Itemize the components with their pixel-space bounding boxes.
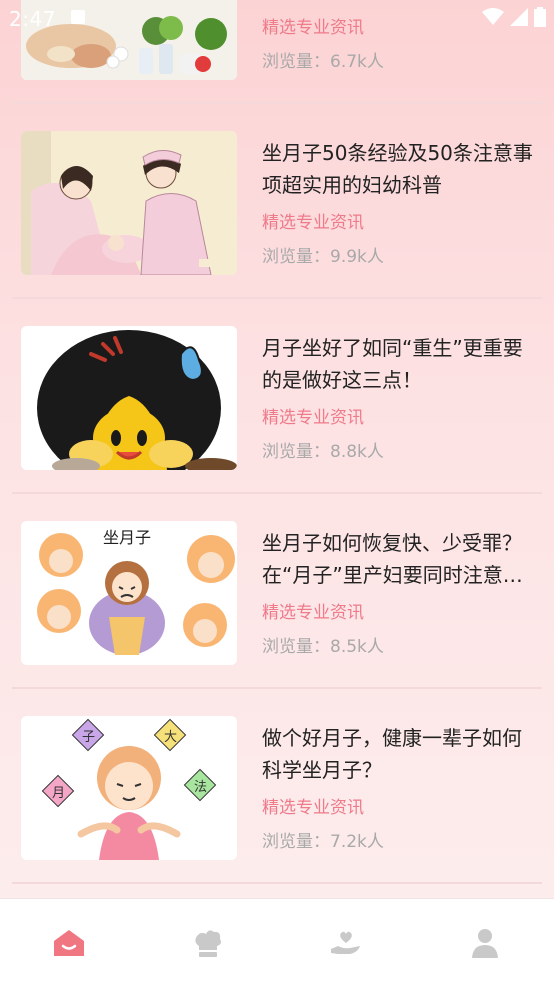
status-time: 2:47: [9, 7, 56, 31]
article-views: 浏览量：9.9k人: [262, 247, 384, 267]
person-icon: [471, 929, 498, 958]
article-thumbnail[interactable]: 坐月子: [21, 521, 237, 665]
article-views: 浏览量：6.7k人: [262, 52, 384, 72]
article-card[interactable]: 子 大 月 法 做个好月子，健康一辈子如何科学坐月子？ 精选专业资讯 浏览量：7…: [12, 688, 542, 884]
article-title[interactable]: 月子坐好了如同“重生”更重要的是做好这三点！: [262, 332, 534, 396]
nurse-and-mother-illustration: [21, 131, 237, 275]
tab-chef[interactable]: [178, 915, 238, 971]
status-icons: [482, 7, 546, 27]
tab-care[interactable]: [316, 915, 376, 971]
status-bar: 2:47: [0, 0, 554, 40]
article-views: 浏览量：7.2k人: [262, 832, 384, 852]
wifi-icon: [482, 8, 504, 25]
article-source: 精选专业资讯: [262, 798, 364, 818]
battery-icon: [534, 7, 546, 27]
article-source: 精选专业资讯: [262, 408, 364, 428]
article-title[interactable]: 坐月子如何恢复快、少受罪？在“月子”里产妇要同时注意这些: [262, 527, 534, 591]
home-icon: [54, 930, 85, 956]
article-source: 精选专业资讯: [262, 603, 364, 623]
article-title[interactable]: 做个好月子，健康一辈子如何科学坐月子？: [262, 722, 534, 786]
article-title[interactable]: 坐月子50条经验及50条注意事项超实用的妇幼科普: [262, 137, 534, 201]
article-views: 浏览量：8.8k人: [262, 442, 384, 462]
chef-hat-icon: [195, 930, 221, 957]
diamond-label: 法: [194, 780, 207, 795]
zuo-yuezi-cartoon: 坐月子: [21, 521, 237, 665]
diamond-label: 月: [52, 786, 65, 801]
diamond-label: 大: [164, 730, 177, 745]
hand-heart-icon: [331, 931, 361, 954]
cellular-signal-icon: [510, 8, 528, 26]
article-thumbnail[interactable]: [21, 326, 237, 470]
notification-a-icon: [71, 10, 85, 24]
tab-home[interactable]: [39, 915, 99, 971]
article-card[interactable]: 坐月子 坐月子如何恢复快、少受罪？在“月子”里产妇要同时注意这些 精选专业资讯 …: [12, 493, 542, 689]
article-source: 精选专业资讯: [262, 213, 364, 233]
meditating-girl-cartoon: 子 大 月 法: [21, 716, 237, 860]
cartoon-caption: 坐月子: [103, 528, 151, 547]
article-views: 浏览量：8.5k人: [262, 637, 384, 657]
article-card[interactable]: 月子坐好了如同“重生”更重要的是做好这三点！ 精选专业资讯 浏览量：8.8k人: [12, 298, 542, 494]
emoji-face-cartoon: [21, 326, 237, 470]
bottom-tab-bar: [0, 898, 554, 985]
diamond-label: 子: [82, 730, 95, 745]
article-thumbnail[interactable]: [21, 131, 237, 275]
article-thumbnail[interactable]: 子 大 月 法: [21, 716, 237, 860]
tab-profile[interactable]: [455, 915, 515, 971]
article-card[interactable]: 坐月子50条经验及50条注意事项超实用的妇幼科普 精选专业资讯 浏览量：9.9k…: [12, 103, 542, 299]
